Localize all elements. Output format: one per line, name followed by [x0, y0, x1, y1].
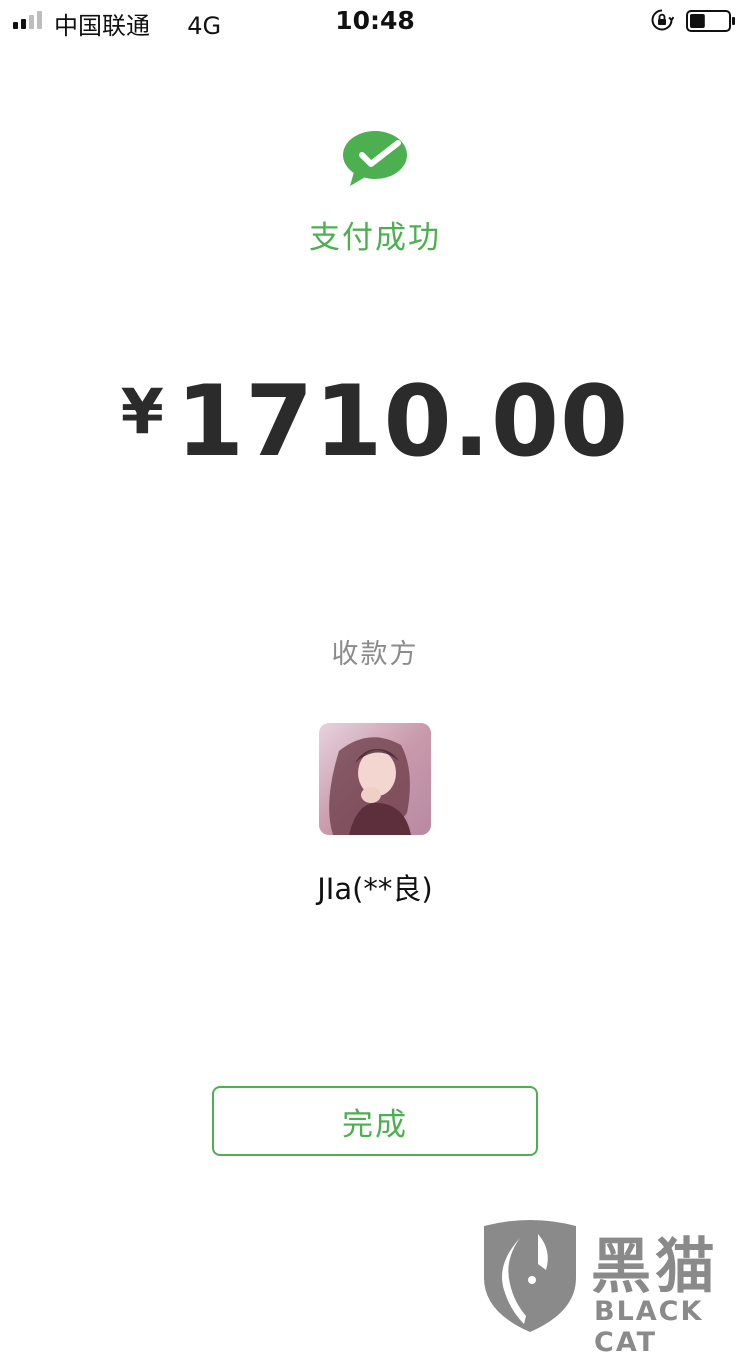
- payee-label: 收款方: [331, 639, 419, 670]
- payee-avatar: [319, 723, 431, 835]
- rotation-lock-icon: [651, 9, 674, 31]
- payment-status-title: 支付成功: [309, 220, 441, 256]
- amount-value: 1710.00: [175, 365, 630, 479]
- wechat-pay-check-icon: [343, 131, 407, 186]
- status-bar: 中国联通 4G 10:48: [0, 0, 750, 40]
- done-button[interactable]: 完成: [212, 1086, 538, 1156]
- battery-icon: [686, 10, 735, 32]
- black-cat-logo-icon: [484, 1220, 576, 1332]
- status-time: 10:48: [335, 6, 415, 35]
- payment-amount: ¥1710.00: [0, 365, 750, 479]
- currency-symbol: ¥: [120, 375, 164, 448]
- watermark-en: BLACK CAT: [594, 1296, 704, 1358]
- black-cat-watermark: 黑猫 BLACK CAT: [478, 1218, 750, 1358]
- payee-name: JIa(**良): [317, 872, 433, 906]
- avatar-photo: [319, 723, 431, 835]
- watermark-cn: 黑猫: [591, 1232, 719, 1302]
